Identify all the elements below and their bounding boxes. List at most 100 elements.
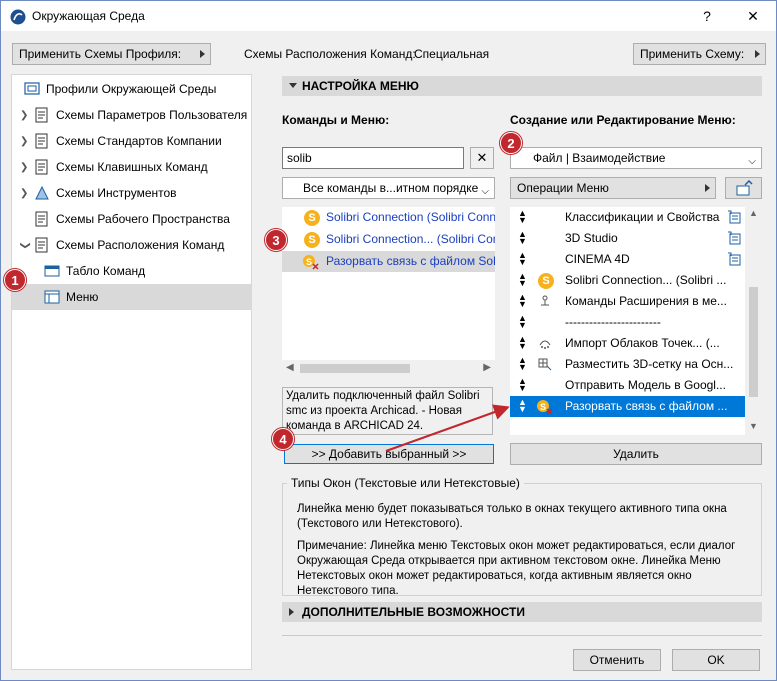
scroll-thumb[interactable] <box>300 364 410 373</box>
tree-item-toolbars[interactable]: Табло Команд <box>12 258 252 284</box>
scheme-icon <box>35 237 48 253</box>
drag-handle-icon: ▲ ▼ <box>518 229 527 246</box>
tree-item-user-params[interactable]: ❯ Схемы Параметров Пользователя <box>12 102 252 128</box>
apply-profile-label: Применить Схемы Профиля: <box>19 47 182 61</box>
list-item[interactable]: ▲ ▼ CINEMA 4D <box>510 249 745 270</box>
delete-button[interactable]: Удалить <box>510 443 762 465</box>
commands-list: S Solibri Connection (Solibri Conne S So… <box>282 207 495 377</box>
tree-item-company-standards[interactable]: ❯ Схемы Стандартов Компании <box>12 128 252 154</box>
list-item[interactable]: ▲ ▼ Разместить 3D-сетку на Осн... <box>510 354 745 375</box>
toolbar-icon <box>44 265 60 277</box>
list-item-selected[interactable]: ▲ ▼ S Разорвать связь с файлом ... <box>510 396 745 417</box>
menu-settings-header[interactable]: НАСТРОЙКА МЕНЮ <box>282 76 762 96</box>
scheme-icon <box>35 133 48 149</box>
chevron-right-icon: ❯ <box>20 136 29 147</box>
menu-operations-label: Операции Меню <box>517 181 609 195</box>
tree-item-label: Схемы Клавишных Команд <box>56 160 208 174</box>
point-cloud-icon <box>539 340 551 349</box>
scheme-icon <box>35 211 48 227</box>
scroll-left-icon: ◀ <box>286 362 294 373</box>
clear-icon: ✕ <box>476 150 488 165</box>
schemes-value: Специальная <box>414 47 490 61</box>
command-filter-select[interactable]: Все команды в...итном порядке ⌵ <box>282 177 495 199</box>
advanced-header[interactable]: ДОПОЛНИТЕЛЬНЫЕ ВОЗМОЖНОСТИ <box>282 602 762 622</box>
scroll-thumb[interactable] <box>749 287 758 397</box>
close-button[interactable]: ✕ <box>730 1 776 31</box>
menu-item-label: Классификации и Свойства <box>565 210 720 224</box>
mesh-icon <box>538 358 552 371</box>
drag-handle-icon: ▲ ▼ <box>518 271 527 288</box>
list-item[interactable]: S Разорвать связь с файлом Solibi <box>282 251 495 272</box>
list-item[interactable]: ▲ ▼ S Solibri Connection... (Solibri ... <box>510 270 745 291</box>
chevron-right-icon: ❯ <box>20 162 29 173</box>
chevron-down-icon: ⌵ <box>481 186 489 197</box>
solibri-icon: S <box>304 232 320 248</box>
menu-select[interactable]: Файл | Взаимодействие ⌵ <box>510 147 762 169</box>
tree-item-command-layout[interactable]: ❯ Схемы Расположения Команд <box>12 232 252 258</box>
menu-item-label: Команды Расширения в ме... <box>565 294 727 308</box>
menu-item-label: ------------------------ <box>565 315 661 329</box>
submenu-icon <box>728 252 741 266</box>
annotation-badge-2: 2 <box>500 132 522 154</box>
chevron-right-icon: ❯ <box>20 110 29 121</box>
scroll-up-icon: ▲ <box>749 208 758 218</box>
menu-icon <box>44 290 60 304</box>
tree-item-workspace[interactable]: Схемы Рабочего Пространства <box>12 206 252 232</box>
list-item[interactable]: ▲ ▼ ------------------------ <box>510 312 745 333</box>
list-item[interactable]: ▲ ▼ Импорт Облаков Точек... (... <box>510 333 745 354</box>
settings-scrollbar[interactable] <box>765 76 775 636</box>
cancel-button[interactable]: Отменить <box>573 649 661 671</box>
unlink-solibri-icon: S <box>303 255 319 270</box>
extension-icon <box>541 295 549 306</box>
tree-item-profiles[interactable]: Профили Окружающей Среды <box>12 76 252 102</box>
drag-handle-icon: ▲ ▼ <box>518 376 527 393</box>
title-bar: Окружающая Среда ? ✕ <box>1 1 776 31</box>
tree-item-label: Табло Команд <box>66 264 146 278</box>
ok-button[interactable]: OK <box>672 649 760 671</box>
commands-hscrollbar[interactable]: ◀ ▶ <box>282 360 495 377</box>
collapse-triangle-icon <box>289 83 297 88</box>
clear-search-button[interactable]: ✕ <box>470 147 494 169</box>
arrow-right-icon <box>200 50 205 58</box>
help-button[interactable]: ? <box>684 1 730 31</box>
menu-edit-title: Создание или Редактирование Меню: <box>510 113 736 127</box>
list-item[interactable]: S Solibri Connection... (Solibri Con <box>282 229 495 250</box>
tree-item-menu[interactable]: Меню <box>12 284 252 310</box>
arrow-right-icon <box>755 50 760 58</box>
tree-item-shortcuts[interactable]: ❯ Схемы Клавишных Команд <box>12 154 252 180</box>
tree-item-tools[interactable]: ❯ Схемы Инструментов <box>12 180 252 206</box>
unlink-solibri-icon: S <box>537 400 553 415</box>
tree-item-label: Схемы Параметров Пользователя <box>56 108 248 122</box>
advanced-title: ДОПОЛНИТЕЛЬНЫЕ ВОЗМОЖНОСТИ <box>302 605 525 619</box>
list-item[interactable]: ▲ ▼ Классификации и Свойства <box>510 207 745 228</box>
new-menu-button[interactable] <box>725 177 762 199</box>
command-label: Разорвать связь с файлом Solibi <box>326 254 495 268</box>
chevron-right-icon: ❯ <box>20 188 29 199</box>
arrow-right-icon <box>705 184 710 192</box>
tree-item-label: Меню <box>66 290 99 304</box>
menu-items-vscrollbar[interactable]: ▲ ▼ <box>745 207 762 435</box>
command-label: Solibri Connection (Solibri Conne <box>326 210 495 224</box>
list-item[interactable]: ▲ ▼ Отправить Модель в Googl... <box>510 375 745 396</box>
annotation-badge-3: 3 <box>265 229 287 251</box>
list-item[interactable]: S Solibri Connection (Solibri Conne <box>282 207 495 228</box>
apply-scheme-label: Применить Схему: <box>640 47 745 61</box>
profiles-icon <box>24 82 40 95</box>
list-item[interactable]: ▲ ▼ 3D Studio <box>510 228 745 249</box>
apply-scheme-button[interactable]: Применить Схему: <box>633 43 766 65</box>
command-search-input[interactable]: solib <box>282 147 464 169</box>
chevron-down-icon: ⌵ <box>748 156 756 167</box>
menu-select-value: Файл | Взаимодействие <box>533 151 666 165</box>
list-item[interactable]: ▲ ▼ Команды Расширения в ме... <box>510 291 745 312</box>
menu-items-list: ▲ ▼ Классификации и Свойства ▲ ▼ 3D Studio… <box>510 207 762 435</box>
drag-handle-icon: ▲ ▼ <box>518 313 527 330</box>
apply-profile-button[interactable]: Применить Схемы Профиля: <box>12 43 211 65</box>
menu-item-label: Отправить Модель в Googl... <box>565 378 726 392</box>
solibri-icon: S <box>538 273 554 289</box>
menu-operations-button[interactable]: Операции Меню <box>510 177 716 199</box>
svg-text:S: S <box>306 257 312 267</box>
menu-item-label: Разместить 3D-сетку на Осн... <box>565 357 734 371</box>
scheme-icon <box>35 159 48 175</box>
annotation-arrow <box>385 404 510 452</box>
tree-item-label: Профили Окружающей Среды <box>46 82 217 96</box>
